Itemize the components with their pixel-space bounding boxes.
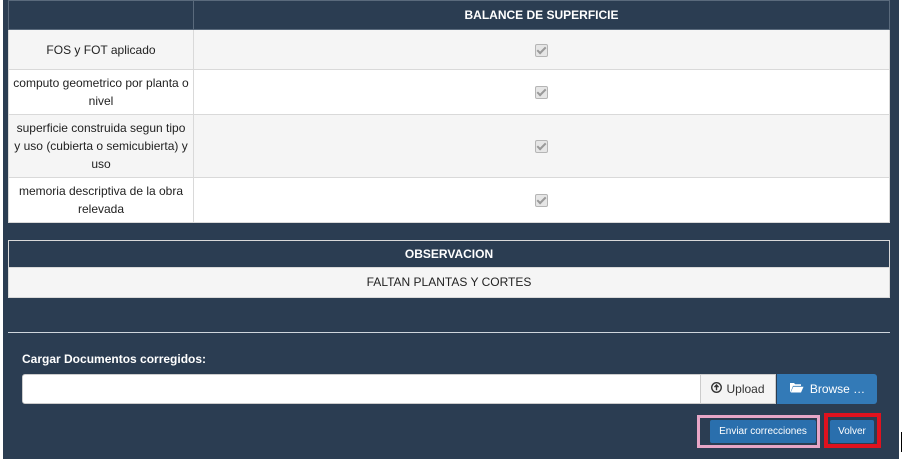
checkbox-computo[interactable]	[535, 86, 548, 100]
observation-text: FALTAN PLANTAS Y CORTES	[9, 268, 889, 297]
observation-title: OBSERVACION	[9, 241, 889, 268]
browse-button-label: Browse …	[809, 382, 866, 396]
table-row: FOS y FOT aplicado	[8, 29, 890, 70]
upload-label: Cargar Documentos corregidos:	[22, 352, 207, 366]
table-row: superficie construida segun tipo y uso (…	[8, 114, 890, 178]
table-header-balance: BALANCE DE SUPERFICIE	[193, 0, 890, 30]
checkbox-fos-fot[interactable]	[535, 43, 548, 57]
table-row: computo geometrico por planta o nivel	[8, 69, 890, 115]
checkbox-superficie[interactable]	[535, 140, 548, 154]
upload-circle-icon	[711, 382, 723, 396]
upload-row: Upload Browse …	[22, 374, 877, 404]
highlight-back	[824, 413, 881, 448]
row-label: FOS y FOT aplicado	[8, 29, 194, 70]
checkbox-memoria[interactable]	[535, 194, 548, 208]
table-row: memoria descriptiva de la obra relevada	[8, 177, 890, 223]
row-label: computo geometrico por planta o nivel	[8, 69, 194, 115]
table-header-left	[8, 0, 194, 30]
observation-box: OBSERVACION FALTAN PLANTAS Y CORTES	[8, 240, 890, 298]
row-label: memoria descriptiva de la obra relevada	[8, 177, 194, 223]
upload-button-label: Upload	[726, 382, 765, 396]
row-label: superficie construida segun tipo y uso (…	[8, 114, 194, 178]
folder-open-icon	[789, 382, 804, 396]
highlight-send-corrections	[697, 415, 820, 448]
upload-button[interactable]: Upload	[700, 374, 776, 404]
balance-table: BALANCE DE SUPERFICIE FOS y FOT aplicado…	[8, 0, 890, 223]
divider	[8, 332, 890, 333]
file-path-input[interactable]	[22, 374, 701, 404]
browse-button[interactable]: Browse …	[777, 374, 877, 404]
